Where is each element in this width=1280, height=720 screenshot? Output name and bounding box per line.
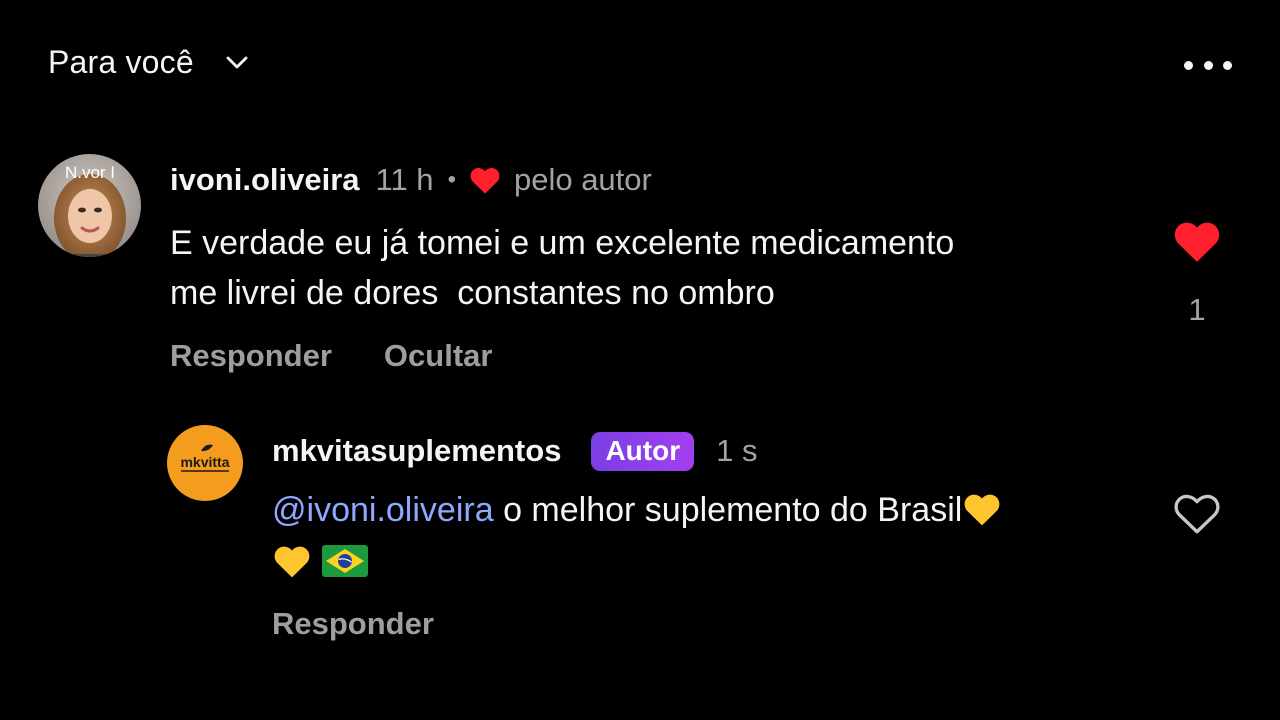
comment-actions: Responder Ocultar: [170, 338, 492, 374]
reply-button[interactable]: Responder: [272, 606, 434, 641]
brand-logo: mkvitta: [180, 444, 230, 472]
yellow-heart-icon: [964, 494, 1000, 526]
more-dot-icon: [1203, 60, 1213, 70]
svg-text:mkvitta: mkvitta: [180, 454, 229, 470]
like-count: 1: [1188, 292, 1206, 327]
comment-username[interactable]: ivoni.oliveira: [170, 162, 360, 198]
comment-text: E verdade eu já tomei e um excelente med…: [170, 224, 955, 312]
reply-meta: mkvitasuplementos Autor 1 s: [272, 428, 757, 474]
separator-dot: •: [447, 166, 456, 193]
comment-meta: ivoni.oliveira 11 h • pelo autor: [170, 158, 652, 202]
mention-link[interactable]: @ivoni.oliveira: [272, 491, 494, 529]
heart-icon: [470, 167, 500, 194]
author-badge: Autor: [591, 431, 695, 471]
reply-button[interactable]: Responder: [170, 338, 332, 374]
reply-text-block: @ivoni.oliveira o melhor suplemento do B…: [272, 484, 1152, 588]
reply-text: o melhor suplemento do Brasil: [503, 491, 963, 529]
liked-by-author-label: pelo autor: [513, 162, 652, 197]
comment-timestamp: 11 h: [375, 162, 434, 197]
reply-timestamp: 1 s: [716, 433, 758, 468]
brazil-flag-icon: [322, 545, 368, 577]
reply-username[interactable]: mkvitasuplementos: [272, 433, 561, 469]
feed-filter-dropdown[interactable]: Para você: [48, 44, 252, 81]
more-options-button[interactable]: [1184, 52, 1232, 78]
avatar-mkvitasuplementos[interactable]: mkvitta: [167, 425, 243, 501]
profile-photo: N.vor I: [38, 154, 141, 257]
heart-filled-icon[interactable]: [1172, 218, 1222, 264]
hide-button[interactable]: Ocultar: [384, 338, 493, 374]
more-dot-icon: [1184, 60, 1193, 70]
heart-outline-icon[interactable]: [1172, 490, 1222, 536]
reply-actions: Responder: [272, 606, 434, 642]
yellow-heart-icon: [274, 546, 310, 578]
svg-text:N.vor I: N.vor I: [65, 163, 115, 182]
chevron-down-icon: [226, 56, 248, 68]
comments-page: Para você N.vor I ivoni.oliveira 11 h • …: [0, 0, 1280, 720]
more-dot-icon: [1223, 60, 1232, 70]
feed-filter-label: Para você: [48, 44, 194, 80]
avatar-ivoni-oliveira[interactable]: N.vor I: [38, 154, 141, 257]
